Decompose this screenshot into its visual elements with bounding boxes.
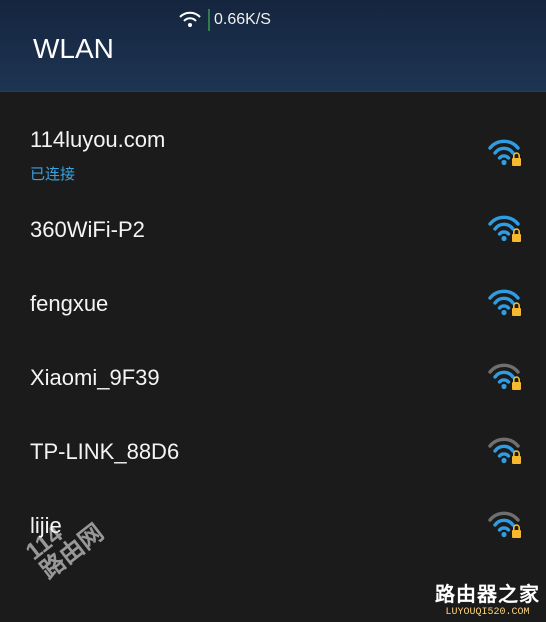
wifi-lock-icon — [488, 363, 521, 390]
site-name: 路由器之家 — [435, 584, 540, 606]
wifi-lock-icon — [488, 215, 521, 242]
network-item-114luyou[interactable]: 114luyou.com 已连接 — [0, 91, 546, 191]
network-speed: 0.66K/S — [214, 11, 271, 28]
status-divider — [208, 9, 210, 31]
wifi-lock-icon — [488, 511, 521, 538]
status-bar: 0.66K/S — [178, 9, 271, 31]
site-mark: 路由器之家 LUYOUQI520.COM — [435, 578, 540, 618]
app-bar: 0.66K/S WLAN — [0, 0, 546, 92]
site-url: LUYOUQI520.COM — [445, 607, 530, 618]
network-list: 114luyou.com 已连接 360WiFi-P2 fengxue Xiao… — [0, 91, 546, 561]
wifi-icon — [179, 11, 201, 27]
connection-status: 已连接 — [30, 166, 76, 183]
network-ssid: fengxue — [30, 291, 109, 316]
network-item-360wifi[interactable]: 360WiFi-P2 — [0, 191, 546, 265]
wifi-lock-icon — [488, 139, 521, 166]
network-ssid: 360WiFi-P2 — [30, 217, 145, 242]
network-ssid: 114luyou.com — [30, 127, 166, 152]
wifi-lock-icon — [488, 289, 521, 316]
page-title: WLAN — [33, 33, 114, 64]
network-item-xiaomi[interactable]: Xiaomi_9F39 — [0, 339, 546, 413]
wifi-lock-icon — [488, 437, 521, 464]
network-ssid: Xiaomi_9F39 — [30, 365, 160, 390]
network-ssid: TP-LINK_88D6 — [30, 439, 180, 464]
network-item-fengxue[interactable]: fengxue — [0, 265, 546, 339]
network-item-tplink[interactable]: TP-LINK_88D6 — [0, 413, 546, 487]
